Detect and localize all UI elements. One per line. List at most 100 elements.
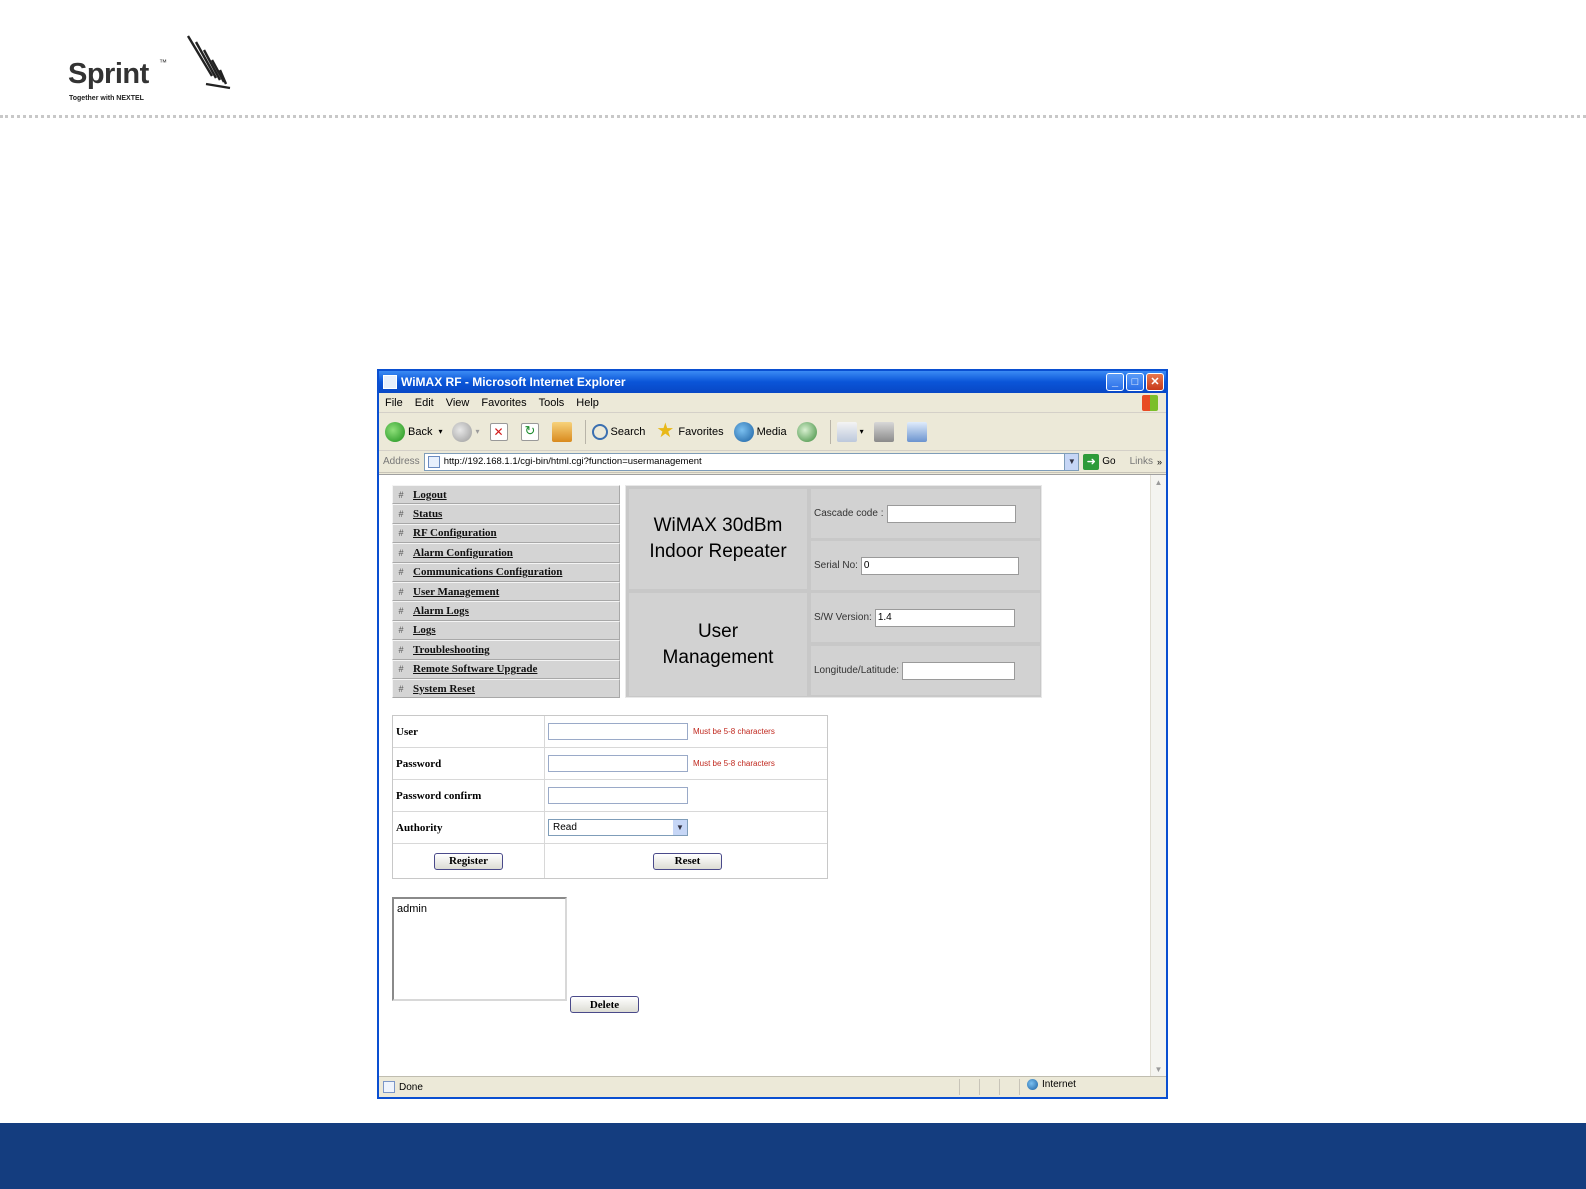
menu-favorites[interactable]: Favorites bbox=[481, 397, 526, 409]
address-input[interactable]: http://192.168.1.1/cgi-bin/html.cgi?func… bbox=[423, 452, 1080, 471]
edit-page-icon bbox=[906, 421, 927, 442]
favorites-button[interactable]: ★ Favorites bbox=[655, 419, 723, 442]
nav-item-rf-configuration[interactable]: # RF Configuration bbox=[392, 523, 620, 544]
stop-icon bbox=[489, 422, 508, 441]
device-header: WiMAX 30dBm Indoor Repeater User Managemen… bbox=[625, 485, 1042, 698]
search-button[interactable]: Search bbox=[591, 423, 646, 440]
print-button[interactable] bbox=[873, 421, 897, 442]
close-button[interactable]: ✕ bbox=[1146, 373, 1164, 391]
media-label: Media bbox=[756, 425, 787, 438]
user-list-item[interactable]: admin bbox=[397, 903, 562, 915]
scroll-down-icon[interactable]: ▼ bbox=[1151, 1062, 1166, 1077]
go-button[interactable]: ➜ Go bbox=[1083, 453, 1116, 470]
nav-item-remote-software-upgrade[interactable]: # Remote Software Upgrade bbox=[392, 659, 620, 679]
nav-item-alarm-logs[interactable]: # Alarm Logs bbox=[392, 601, 620, 621]
nav-item-user-management[interactable]: # User Management bbox=[392, 581, 620, 602]
nav-link-remote-software-upgrade[interactable]: Remote Software Upgrade bbox=[413, 663, 537, 675]
forward-dropdown-icon[interactable]: ▾ bbox=[475, 427, 479, 436]
minimize-button[interactable]: _ bbox=[1106, 373, 1124, 391]
maximize-button[interactable]: □ bbox=[1126, 373, 1144, 391]
nav-item-status[interactable]: # Status bbox=[392, 504, 620, 524]
refresh-button[interactable] bbox=[520, 422, 542, 441]
chevron-down-icon[interactable]: ▼ bbox=[673, 820, 687, 835]
nav-link-alarm-configuration[interactable]: Alarm Configuration bbox=[413, 547, 513, 559]
password-confirm-input[interactable] bbox=[548, 787, 688, 804]
password-label: Password bbox=[393, 748, 545, 779]
sw-version-row: S/W Version: bbox=[811, 593, 1040, 642]
product-title: WiMAX 30dBm Indoor Repeater bbox=[629, 489, 807, 589]
register-button[interactable]: Register bbox=[434, 852, 503, 870]
nav-item-system-reset[interactable]: # System Reset bbox=[392, 678, 620, 699]
nav-item-troubleshooting[interactable]: # Troubleshooting bbox=[392, 640, 620, 660]
authority-select[interactable]: Read ▼ bbox=[548, 819, 688, 836]
product-line-1: WiMAX 30dBm bbox=[653, 515, 783, 536]
globe-icon bbox=[1027, 1079, 1038, 1090]
search-label: Search bbox=[610, 425, 646, 438]
history-button[interactable] bbox=[796, 421, 820, 442]
nav-bullet-icon: # bbox=[398, 606, 404, 617]
menu-view[interactable]: View bbox=[446, 397, 470, 409]
user-hint: Must be 5-8 characters bbox=[693, 727, 775, 736]
nav-link-status[interactable]: Status bbox=[413, 508, 442, 520]
nav-item-logout[interactable]: # Logout bbox=[392, 485, 620, 505]
stop-button[interactable] bbox=[489, 422, 511, 441]
delete-button[interactable]: Delete bbox=[570, 996, 639, 1013]
security-zone: Internet bbox=[1027, 1079, 1076, 1090]
home-button[interactable] bbox=[551, 421, 575, 442]
address-dropdown-icon[interactable]: ▼ bbox=[1064, 453, 1079, 470]
history-icon bbox=[796, 421, 817, 442]
authority-label: Authority bbox=[393, 812, 545, 843]
nav-link-system-reset[interactable]: System Reset bbox=[413, 683, 475, 695]
header-divider bbox=[0, 115, 1586, 118]
nav-link-rf-configuration[interactable]: RF Configuration bbox=[413, 527, 497, 539]
mail-button[interactable]: ▾ bbox=[836, 421, 864, 442]
nav-menu: # Logout # Status # RF Configuration # Alarm… bbox=[392, 485, 620, 699]
toolbar: Back ▾ ▾ Search ★ Favorites Media ▾ bbox=[379, 413, 1166, 451]
back-button[interactable]: Back ▾ bbox=[385, 421, 442, 442]
page-title: User Management bbox=[629, 593, 807, 696]
menu-file[interactable]: File bbox=[385, 397, 403, 409]
nav-link-communications-configuration[interactable]: Communications Configuration bbox=[413, 566, 562, 578]
nav-item-logs[interactable]: # Logs bbox=[392, 620, 620, 641]
star-icon: ★ bbox=[656, 419, 675, 442]
nav-item-alarm-configuration[interactable]: # Alarm Configuration bbox=[392, 543, 620, 563]
mail-dropdown-icon[interactable]: ▾ bbox=[860, 427, 864, 436]
refresh-icon bbox=[520, 422, 539, 441]
serial-no-field[interactable] bbox=[860, 556, 1019, 575]
password-confirm-label: Password confirm bbox=[393, 780, 545, 811]
longitude-latitude-row: Longitude/Latitude: bbox=[811, 646, 1040, 695]
cascade-code-field[interactable] bbox=[886, 504, 1016, 523]
nav-link-alarm-logs[interactable]: Alarm Logs bbox=[413, 605, 469, 617]
nav-link-troubleshooting[interactable]: Troubleshooting bbox=[413, 644, 490, 656]
menu-tools[interactable]: Tools bbox=[539, 397, 565, 409]
reset-button[interactable]: Reset bbox=[653, 852, 722, 870]
links-button[interactable]: Links bbox=[1130, 456, 1153, 467]
longitude-latitude-field[interactable] bbox=[902, 661, 1016, 680]
menu-edit[interactable]: Edit bbox=[415, 397, 434, 409]
back-dropdown-icon[interactable]: ▾ bbox=[438, 427, 442, 436]
page-done-icon bbox=[383, 1081, 395, 1093]
links-chevron-icon[interactable]: » bbox=[1157, 457, 1162, 467]
password-hint: Must be 5-8 characters bbox=[693, 759, 775, 768]
ie-page-icon bbox=[383, 375, 397, 389]
authority-row: Authority Read ▼ bbox=[393, 812, 827, 844]
nav-link-logs[interactable]: Logs bbox=[413, 624, 436, 636]
brand-tagline: Together with NEXTEL bbox=[69, 95, 144, 102]
media-button[interactable]: Media bbox=[733, 421, 787, 442]
page-title-line-2: Management bbox=[662, 646, 774, 668]
user-input[interactable] bbox=[548, 723, 688, 740]
nav-link-user-management[interactable]: User Management bbox=[413, 586, 499, 598]
nav-link-logout[interactable]: Logout bbox=[413, 489, 447, 501]
form-actions-row: Register Reset bbox=[393, 844, 827, 878]
sw-version-field[interactable] bbox=[874, 608, 1015, 627]
edit-page-button[interactable] bbox=[906, 421, 930, 442]
cascade-code-row: Cascade code : bbox=[811, 489, 1040, 538]
menu-help[interactable]: Help bbox=[576, 397, 599, 409]
forward-button[interactable]: ▾ bbox=[452, 421, 480, 442]
user-listbox[interactable]: admin bbox=[392, 897, 567, 1001]
scroll-up-icon[interactable]: ▲ bbox=[1151, 475, 1166, 490]
password-input[interactable] bbox=[548, 755, 688, 772]
vertical-scrollbar[interactable]: ▲ ▼ bbox=[1150, 475, 1166, 1077]
nav-bullet-icon: # bbox=[398, 547, 404, 558]
nav-item-communications-configuration[interactable]: # Communications Configuration bbox=[392, 562, 620, 582]
